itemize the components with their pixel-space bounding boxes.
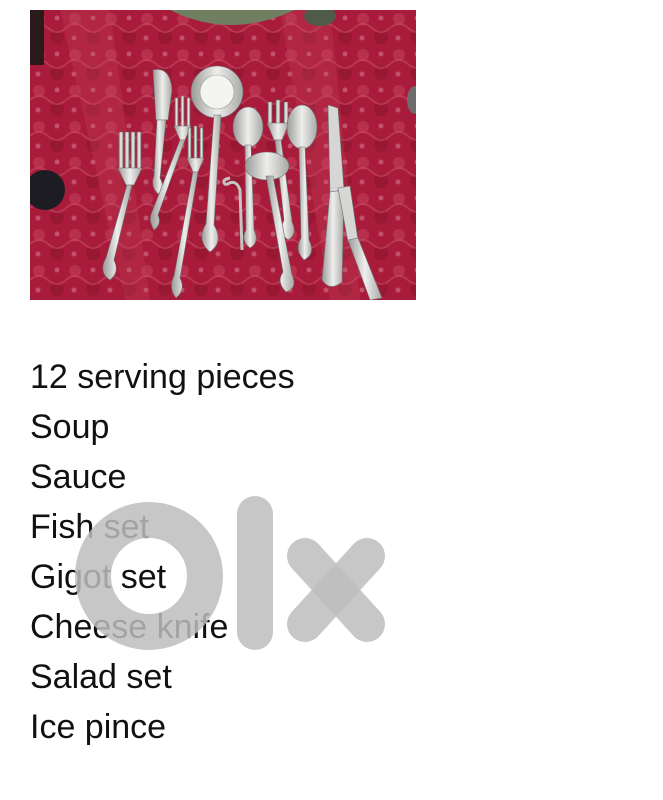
listing-description: 12 serving pieces Soup Sauce Fish set Gi… (30, 352, 295, 752)
description-line: Sauce (30, 458, 127, 496)
description-line: 12 serving pieces (30, 358, 295, 396)
cutlery-photo-art (30, 10, 416, 300)
description-line: Soup (30, 408, 110, 446)
description-line: Salad set (30, 658, 172, 696)
description-line: Gigot set (30, 558, 167, 596)
description-line: Ice pince (30, 708, 167, 746)
description-line: Fish set (30, 508, 150, 546)
description-line: Cheese knife (30, 608, 229, 646)
cutlery-photo (30, 10, 416, 300)
